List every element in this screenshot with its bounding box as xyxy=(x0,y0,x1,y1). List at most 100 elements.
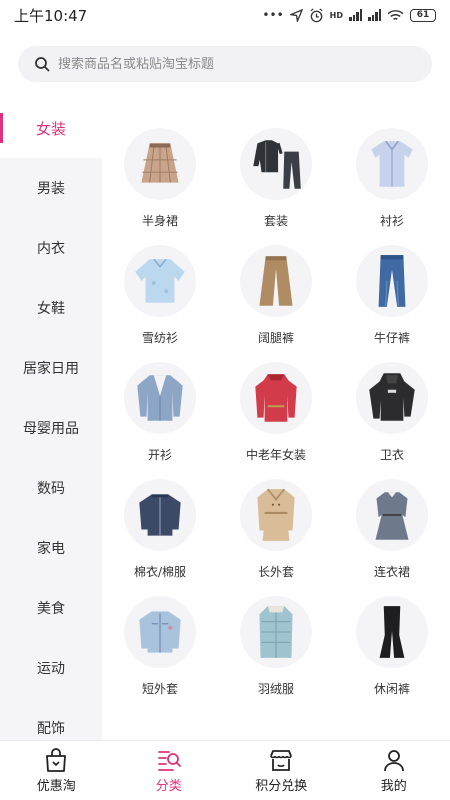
subcategory-item[interactable]: 中老年女装 xyxy=(218,354,334,471)
skirt-icon xyxy=(141,143,179,183)
subcategory-label: 半身裙 xyxy=(141,214,178,228)
sidebar-item-womens-shoes[interactable]: 女鞋 xyxy=(0,278,102,338)
subcategory-item[interactable]: 羽绒服 xyxy=(218,588,334,705)
search-icon xyxy=(35,57,50,72)
subcategory-label: 阔腿裤 xyxy=(257,331,294,345)
sidebar-item-baby[interactable]: 母婴用品 xyxy=(0,398,102,458)
sidebar-item-underwear[interactable]: 内衣 xyxy=(0,218,102,278)
sidebar-item-label: 运动 xyxy=(37,661,65,677)
tracksuit-thumbnail xyxy=(240,128,312,200)
search-input[interactable] xyxy=(58,56,398,72)
tracksuit-icon xyxy=(253,140,301,189)
wide-pants-icon xyxy=(259,256,293,306)
nav-label: 优惠淘 xyxy=(36,779,76,794)
dress-thumbnail xyxy=(356,479,428,551)
jacket-icon xyxy=(139,494,181,536)
trench-coat-icon xyxy=(257,488,295,541)
subcategory-item[interactable]: 棉衣/棉服 xyxy=(102,471,218,588)
subcategory-item[interactable]: 半身裙 xyxy=(102,120,218,237)
sidebar-item-label: 居家日用 xyxy=(23,361,79,377)
nav-points-exchange[interactable]: 积分兑换 xyxy=(225,741,338,800)
sidebar-item-label: 美食 xyxy=(37,601,65,617)
sidebar-item-label: 内衣 xyxy=(37,241,65,257)
category-search-icon xyxy=(157,751,181,771)
bottom-navigation: 优惠淘 分类 积分兑换 我的 xyxy=(0,740,450,800)
down-coat-icon xyxy=(259,606,293,658)
status-bar: 上午10:47 ••• HD 61 xyxy=(0,0,450,30)
person-icon xyxy=(383,750,404,772)
subcategory-label: 衬衫 xyxy=(379,214,404,228)
denim-jacket-icon xyxy=(139,611,181,653)
wide-pants-thumbnail xyxy=(240,245,312,317)
chiffon-icon xyxy=(135,258,185,303)
shirt-icon xyxy=(371,140,413,187)
battery-icon: 61 xyxy=(410,8,436,22)
subcategory-item[interactable]: 套装 xyxy=(218,120,334,237)
subcategory-label: 连衣裙 xyxy=(373,565,410,579)
subcategory-item[interactable]: 短外套 xyxy=(102,588,218,705)
nav-category[interactable]: 分类 xyxy=(113,741,226,800)
nav-deals[interactable]: 优惠淘 xyxy=(0,741,113,800)
nav-profile[interactable]: 我的 xyxy=(338,741,450,800)
subcategory-label: 休闲裤 xyxy=(373,682,410,696)
subcategory-label: 卫衣 xyxy=(379,448,404,462)
sidebar-item-mens[interactable]: 男装 xyxy=(0,158,102,218)
sidebar-item-label: 女装 xyxy=(35,119,66,138)
subcategory-item[interactable]: 牛仔裤 xyxy=(334,237,450,354)
status-icons: ••• HD 61 xyxy=(262,7,436,23)
jacket-thumbnail xyxy=(124,479,196,551)
subcategory-item[interactable]: 长外套 xyxy=(218,471,334,588)
battery-level: 61 xyxy=(416,10,430,20)
sidebar-item-label: 数码 xyxy=(37,481,65,497)
coat-icon xyxy=(255,374,297,422)
coat-thumbnail xyxy=(240,362,312,434)
subcategory-item[interactable]: 阔腿裤 xyxy=(218,237,334,354)
subcategory-label: 羽绒服 xyxy=(257,682,294,696)
status-time: 上午10:47 xyxy=(14,6,88,25)
subcategory-item[interactable]: 连衣裙 xyxy=(334,471,450,588)
wifi-icon xyxy=(387,9,404,20)
subcategory-item[interactable]: 开衫 xyxy=(102,354,218,471)
sidebar-item-digital[interactable]: 数码 xyxy=(0,458,102,518)
cardigan-icon xyxy=(137,375,183,421)
jeans-thumbnail xyxy=(356,245,428,317)
trench-coat-thumbnail xyxy=(240,479,312,551)
nav-label: 分类 xyxy=(155,779,182,794)
nav-label: 积分兑换 xyxy=(255,779,308,794)
subcategory-item[interactable]: 雪纺衫 xyxy=(102,237,218,354)
nav-label: 我的 xyxy=(380,779,407,794)
location-arrow-icon xyxy=(289,8,303,22)
more-dots-icon: ••• xyxy=(262,8,284,22)
skirt-thumbnail xyxy=(124,128,196,200)
dress-icon xyxy=(375,492,409,540)
sidebar-item-label: 女鞋 xyxy=(37,301,65,317)
flare-pants-thumbnail xyxy=(356,596,428,668)
shirt-thumbnail xyxy=(356,128,428,200)
chiffon-thumbnail xyxy=(124,245,196,317)
sidebar-item-sports[interactable]: 运动 xyxy=(0,638,102,698)
sidebar-item-label: 男装 xyxy=(37,181,65,197)
subcategory-label: 套装 xyxy=(263,214,288,228)
cardigan-thumbnail xyxy=(124,362,196,434)
sidebar-item-womens[interactable]: 女装 xyxy=(0,98,102,158)
sidebar-item-label: 母婴用品 xyxy=(23,421,79,437)
denim-jacket-thumbnail xyxy=(124,596,196,668)
subcategory-item[interactable]: 卫衣 xyxy=(334,354,450,471)
subcategory-label: 中老年女装 xyxy=(245,448,306,462)
sidebar-item-food[interactable]: 美食 xyxy=(0,578,102,638)
network-label: HD xyxy=(329,10,343,20)
category-sidebar: 女装 男装 内衣 女鞋 居家日用 母婴用品 数码 家电 美食 运动 配饰 xyxy=(0,98,102,740)
sidebar-item-accessories[interactable]: 配饰 xyxy=(0,698,102,740)
subcategory-label: 长外套 xyxy=(257,565,294,579)
subcategory-label: 雪纺衫 xyxy=(141,331,178,345)
hoodie-icon xyxy=(369,373,415,421)
subcategory-item[interactable]: 衬衫 xyxy=(334,120,450,237)
hoodie-thumbnail xyxy=(356,362,428,434)
sidebar-item-home[interactable]: 居家日用 xyxy=(0,338,102,398)
sidebar-item-appliances[interactable]: 家电 xyxy=(0,518,102,578)
sidebar-item-label: 家电 xyxy=(37,541,65,557)
subcategory-label: 开衫 xyxy=(147,448,172,462)
search-bar[interactable] xyxy=(18,46,432,82)
subcategory-item[interactable]: 休闲裤 xyxy=(334,588,450,705)
subcategory-label: 棉衣/棉服 xyxy=(133,565,187,579)
